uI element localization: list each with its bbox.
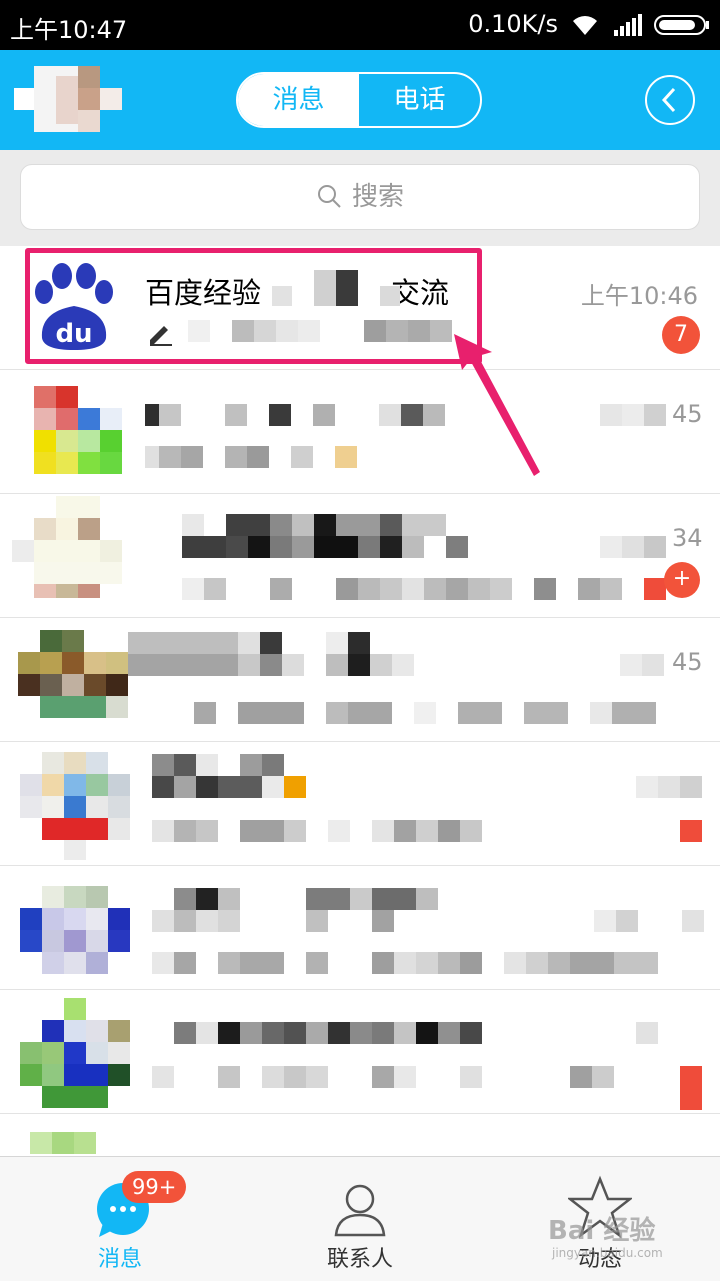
conversation-list: du 百度经验 交流 上午10:46 7 45 34 + 45 xyxy=(0,246,720,1156)
search-input[interactable]: 搜索 xyxy=(20,164,700,230)
back-button[interactable] xyxy=(645,75,695,125)
nav-messages-label: 消息 xyxy=(97,1247,142,1272)
nav-contacts[interactable]: 联系人 xyxy=(240,1157,480,1281)
nav-messages[interactable]: 99+ 消息 xyxy=(0,1157,240,1281)
conversation-item[interactable]: du 百度经验 交流 上午10:46 7 xyxy=(0,246,720,370)
watermark-url: jingyan.baidu.com xyxy=(552,1246,663,1260)
conversation-time: 45 xyxy=(672,648,703,676)
conversation-item[interactable] xyxy=(0,990,720,1114)
battery-icon xyxy=(654,15,709,35)
annotation-arrow xyxy=(454,334,540,476)
conversation-time: 34 xyxy=(672,524,703,552)
watermark-logo: Bai 经验 xyxy=(548,1216,656,1246)
conversation-item[interactable] xyxy=(0,1114,720,1156)
conversation-time: 45 xyxy=(672,400,703,428)
signal-icon xyxy=(614,14,642,36)
tab-messages[interactable]: 消息 xyxy=(238,74,359,126)
wifi-icon xyxy=(573,16,597,35)
message-call-switch: 消息 电话 xyxy=(236,72,482,128)
tab-calls[interactable]: 电话 xyxy=(359,74,480,126)
annotation-highlight-box xyxy=(25,248,482,364)
search-bar-area: 搜索 xyxy=(0,150,720,246)
nav-contacts-label: 联系人 xyxy=(326,1247,393,1272)
network-speed: 0.10K/s xyxy=(468,10,558,38)
conversation-time: 上午10:46 xyxy=(580,282,698,310)
top-header: 消息 电话 xyxy=(0,50,720,150)
conversation-item[interactable]: 45 xyxy=(0,370,720,494)
my-avatar[interactable] xyxy=(14,66,122,132)
search-icon xyxy=(317,184,341,208)
person-icon xyxy=(334,1184,386,1237)
conversation-item[interactable]: 34 + xyxy=(0,494,720,618)
conversation-item[interactable] xyxy=(0,866,720,990)
unread-count-badge: 99+ xyxy=(122,1171,187,1203)
status-bar: 上午10:47 0.10K/s xyxy=(0,0,720,50)
unread-badge: 7 xyxy=(662,316,700,354)
conversation-item[interactable] xyxy=(0,742,720,866)
conversation-item[interactable]: 45 xyxy=(0,618,720,742)
chevron-left-icon xyxy=(661,87,676,113)
search-placeholder: 搜索 xyxy=(351,182,404,212)
unread-badge: + xyxy=(664,562,700,598)
status-time: 上午10:47 xyxy=(10,16,128,44)
